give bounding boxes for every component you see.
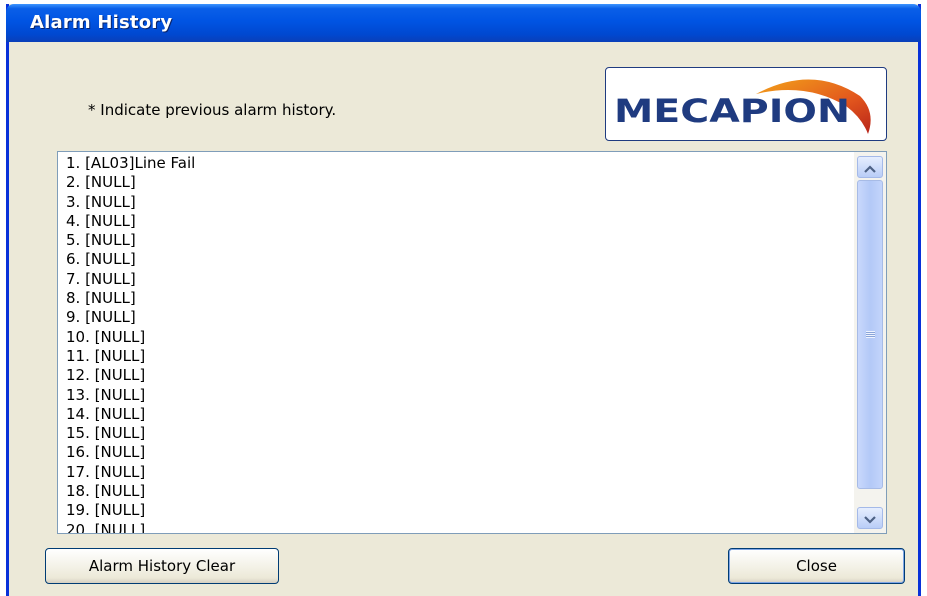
list-item[interactable]: 18. [NULL] xyxy=(66,482,856,501)
hint-text: * Indicate previous alarm history. xyxy=(88,101,337,119)
scroll-thumb[interactable] xyxy=(857,180,883,489)
mecapion-logo: MECAPION xyxy=(605,67,887,141)
list-item[interactable]: 9. [NULL] xyxy=(66,308,856,327)
list-item[interactable]: 12. [NULL] xyxy=(66,366,856,385)
list-item[interactable]: 4. [NULL] xyxy=(66,212,856,231)
list-item[interactable]: 10. [NULL] xyxy=(66,328,856,347)
list-item[interactable]: 2. [NULL] xyxy=(66,173,856,192)
list-item[interactable]: 17. [NULL] xyxy=(66,463,856,482)
vertical-scrollbar[interactable] xyxy=(854,152,886,533)
list-item[interactable]: 5. [NULL] xyxy=(66,231,856,250)
list-item[interactable]: 7. [NULL] xyxy=(66,270,856,289)
list-item[interactable]: 1. [AL03]Line Fail xyxy=(66,154,856,173)
window-title: Alarm History xyxy=(30,12,173,33)
list-item[interactable]: 11. [NULL] xyxy=(66,347,856,366)
close-button[interactable]: Close xyxy=(728,548,905,584)
list-item[interactable]: 15. [NULL] xyxy=(66,424,856,443)
scroll-up-button[interactable] xyxy=(857,156,883,178)
chevron-up-icon xyxy=(864,158,876,177)
close-button-label: Close xyxy=(796,557,837,575)
list-item[interactable]: 20. [NULL] xyxy=(66,521,856,533)
list-item[interactable]: 13. [NULL] xyxy=(66,386,856,405)
list-item[interactable]: 6. [NULL] xyxy=(66,250,856,269)
chevron-down-icon xyxy=(864,509,876,528)
list-item[interactable]: 8. [NULL] xyxy=(66,289,856,308)
grip-icon xyxy=(865,331,875,338)
list-item[interactable]: 14. [NULL] xyxy=(66,405,856,424)
alarm-history-list[interactable]: 1. [AL03]Line Fail 2. [NULL] 3. [NULL] 4. [… xyxy=(57,151,887,534)
svg-text:MECAPION: MECAPION xyxy=(614,92,850,130)
scroll-down-button[interactable] xyxy=(857,507,883,529)
list-item[interactable]: 19. [NULL] xyxy=(66,501,856,520)
alarm-history-clear-button[interactable]: Alarm History Clear xyxy=(45,548,279,584)
list-item[interactable]: 16. [NULL] xyxy=(66,443,856,462)
alarm-list-items: 1. [AL03]Line Fail 2. [NULL] 3. [NULL] 4. [… xyxy=(58,154,856,533)
list-item[interactable]: 3. [NULL] xyxy=(66,193,856,212)
title-bar[interactable]: Alarm History xyxy=(6,4,921,42)
